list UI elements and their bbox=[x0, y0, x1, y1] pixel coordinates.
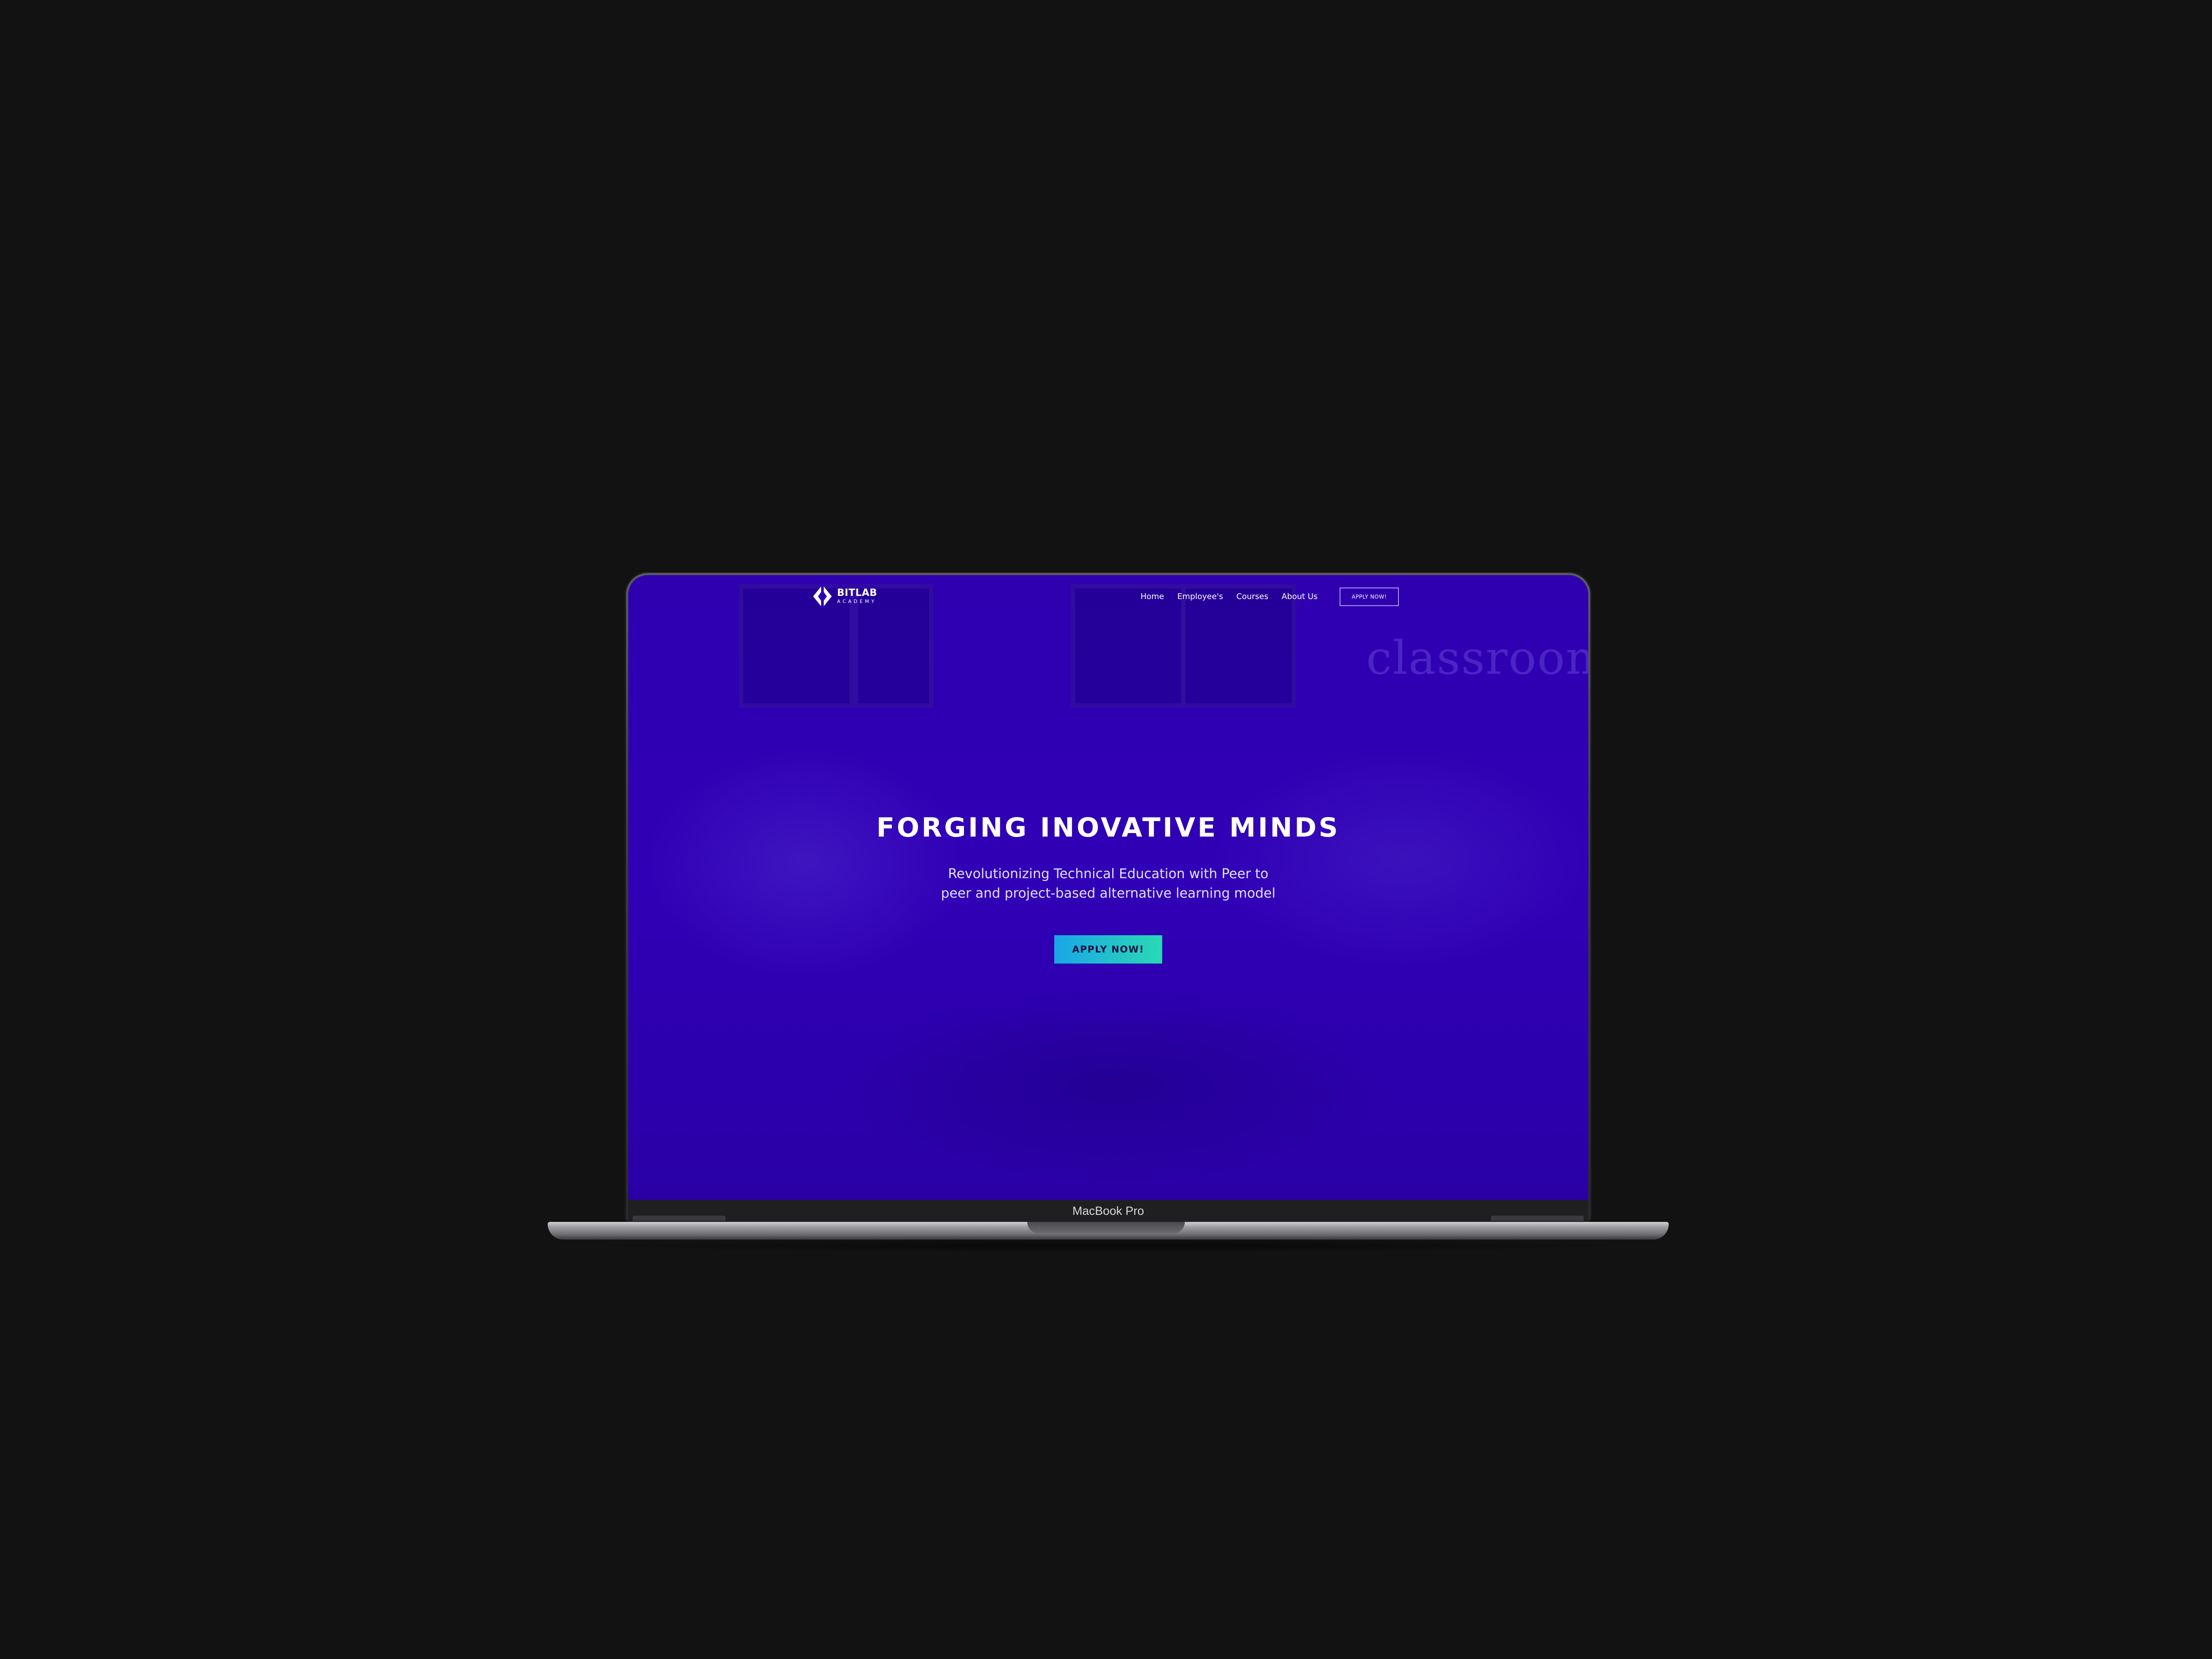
logo-text: BITLAB ACADEMY bbox=[837, 588, 877, 605]
hero-subtitle-line: Revolutionizing Technical Education with… bbox=[948, 866, 1269, 882]
laptop-chin-label: MacBook Pro bbox=[628, 1200, 1588, 1222]
laptop-hinge-left bbox=[633, 1216, 726, 1221]
nav-courses[interactable]: Courses bbox=[1237, 592, 1268, 601]
nav-about-us[interactable]: About Us bbox=[1282, 592, 1318, 601]
main-nav: Home Employee's Courses About Us bbox=[1141, 592, 1331, 601]
background-sign-text: classroom bbox=[1366, 631, 1588, 685]
site-logo[interactable]: BITLAB ACADEMY bbox=[812, 584, 877, 609]
logo-name: BITLAB bbox=[837, 588, 877, 599]
nav-employees[interactable]: Employee's bbox=[1177, 592, 1223, 601]
hero-title: FORGING INOVATIVE MINDS bbox=[876, 812, 1340, 843]
nav-apply-button[interactable]: APPLY NOW! bbox=[1340, 588, 1399, 606]
hero-apply-button[interactable]: APPLY NOW! bbox=[1054, 935, 1162, 964]
mockup-stage: classroom BITLAB ACADEMY Home Employee's… bbox=[0, 0, 2212, 1659]
laptop-shadow bbox=[571, 1239, 1646, 1253]
laptop-hinge-right bbox=[1491, 1216, 1584, 1221]
logo-subtitle: ACADEMY bbox=[837, 599, 877, 604]
laptop-screen: classroom BITLAB ACADEMY Home Employee's… bbox=[628, 575, 1588, 1200]
site-header: BITLAB ACADEMY Home Employee's Courses A… bbox=[628, 575, 1588, 624]
bitlab-diamond-logo-icon bbox=[813, 585, 832, 608]
laptop-open-notch bbox=[1027, 1222, 1185, 1233]
hero-subtitle: Revolutionizing Technical Education with… bbox=[628, 864, 1588, 903]
nav-home[interactable]: Home bbox=[1141, 592, 1164, 601]
hero-subtitle-line: peer and project-based alternative learn… bbox=[941, 886, 1276, 901]
